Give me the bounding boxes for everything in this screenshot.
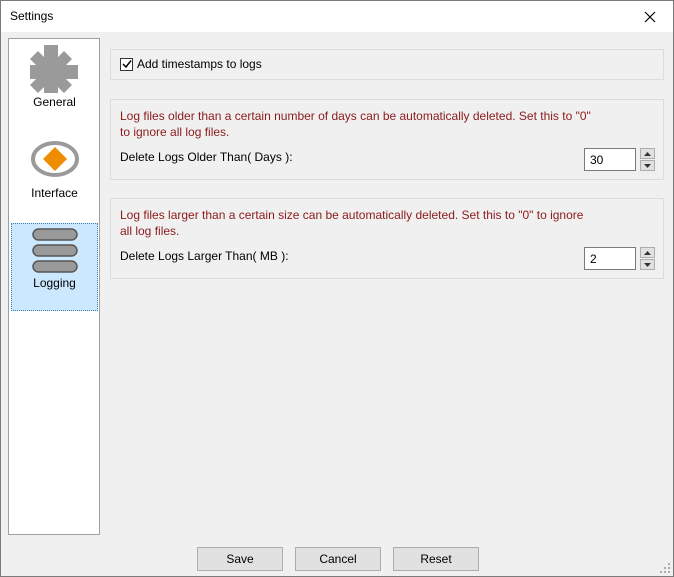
close-button[interactable] <box>627 1 673 32</box>
age-field-label: Delete Logs Older Than( Days ): <box>120 150 293 164</box>
log-stack-icon <box>31 228 78 273</box>
delete-by-size-group: Log files larger than a certain size can… <box>110 198 664 279</box>
size-field-label: Delete Logs Larger Than( MB ): <box>120 249 289 263</box>
size-input[interactable] <box>584 247 636 270</box>
sidebar-item-label: Logging <box>33 276 76 290</box>
days-increment-button[interactable] <box>640 148 655 159</box>
settings-window: Settings General Interface Logging Add t… <box>0 0 674 577</box>
size-stepper <box>640 247 655 270</box>
resize-grip-icon[interactable] <box>659 562 671 574</box>
sidebar-item-general[interactable]: General <box>11 41 98 129</box>
timestamps-group: Add timestamps to logs <box>110 49 664 80</box>
cancel-button[interactable]: Cancel <box>295 547 381 571</box>
up-arrow-icon <box>644 151 651 156</box>
checkmark-icon <box>121 60 132 69</box>
days-decrement-button[interactable] <box>640 160 655 171</box>
size-description: Log files larger than a certain size can… <box>120 208 584 238</box>
timestamps-checkbox[interactable] <box>120 57 133 71</box>
category-sidebar: General Interface Logging <box>8 38 100 535</box>
days-input[interactable] <box>584 148 636 171</box>
timestamps-label: Add timestamps to logs <box>137 57 262 71</box>
sidebar-item-interface[interactable]: Interface <box>11 132 98 220</box>
reset-button[interactable]: Reset <box>393 547 479 571</box>
size-decrement-button[interactable] <box>640 259 655 270</box>
up-arrow-icon <box>644 250 651 255</box>
sidebar-item-label: Interface <box>31 186 78 200</box>
puzzle-icon <box>29 45 78 93</box>
title-bar: Settings <box>1 1 673 32</box>
age-description: Log files older than a certain number of… <box>120 109 591 139</box>
window-title: Settings <box>10 9 54 23</box>
sidebar-item-label: General <box>33 95 76 109</box>
size-increment-button[interactable] <box>640 247 655 258</box>
delete-by-age-group: Log files older than a certain number of… <box>110 99 664 180</box>
down-arrow-icon <box>644 262 651 267</box>
eye-icon <box>30 141 79 177</box>
save-button[interactable]: Save <box>197 547 283 571</box>
close-icon <box>644 11 656 22</box>
timestamps-option[interactable]: Add timestamps to logs <box>120 57 262 71</box>
down-arrow-icon <box>644 163 651 168</box>
sidebar-item-logging[interactable]: Logging <box>11 223 98 311</box>
days-stepper <box>640 148 655 171</box>
